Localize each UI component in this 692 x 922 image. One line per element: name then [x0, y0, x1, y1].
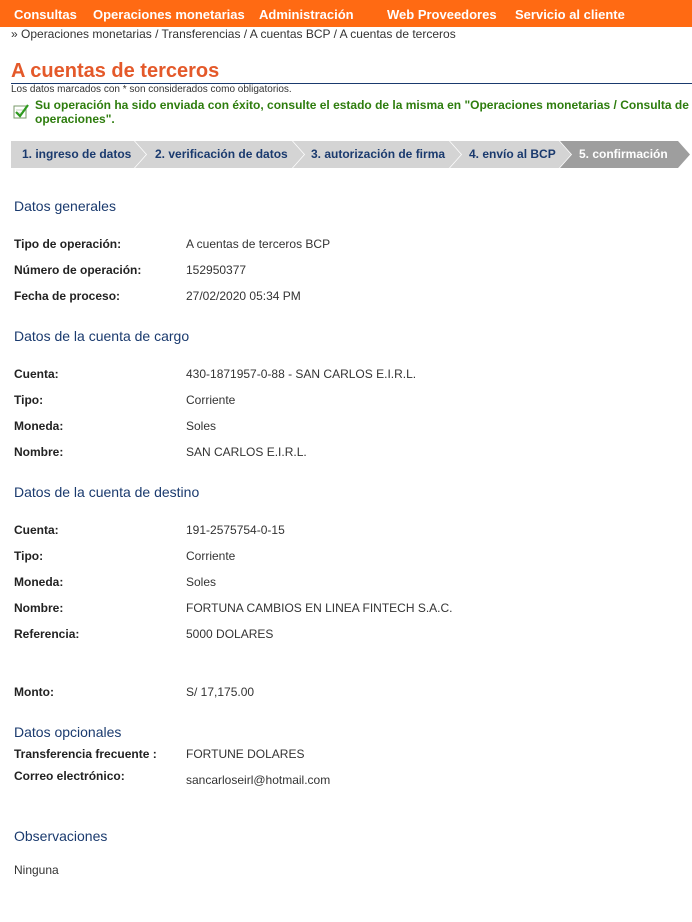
- section-cuenta-destino: Datos de la cuenta de destino: [14, 484, 200, 500]
- nav-administracion[interactable]: Administración: [259, 7, 354, 22]
- transferencia-frecuente-value: FORTUNE DOLARES: [186, 747, 305, 761]
- destino-referencia-value: 5000 DOLARES: [186, 627, 274, 641]
- success-message: Su operación ha sido enviada con éxito, …: [35, 98, 692, 126]
- destino-cuenta-value: 191-2575754-0-15: [186, 523, 285, 537]
- nav-operaciones-monetarias[interactable]: Operaciones monetarias: [93, 7, 245, 22]
- progress-steps: 1. ingreso de datos 2. verificación de d…: [11, 141, 692, 168]
- destino-moneda-label: Moneda:: [14, 575, 64, 589]
- destino-tipo-label: Tipo:: [14, 549, 44, 563]
- success-message-line2: operaciones".: [35, 112, 115, 126]
- fecha-proceso-label: Fecha de proceso:: [14, 289, 121, 303]
- cargo-cuenta-label: Cuenta:: [14, 367, 59, 381]
- transferencia-frecuente-label: Transferencia frecuente :: [14, 747, 157, 761]
- destino-cuenta-label: Cuenta:: [14, 523, 59, 537]
- correo-electronico-label: Correo electrónico:: [14, 769, 125, 783]
- nav-consultas[interactable]: Consultas: [14, 7, 77, 22]
- cargo-cuenta-value: 430-1871957-0-88 - SAN CARLOS E.I.R.L.: [186, 367, 417, 381]
- step-label: 3. autorización de firma: [311, 147, 446, 161]
- page-title: A cuentas de terceros: [11, 60, 220, 82]
- cargo-moneda-value: Soles: [186, 419, 217, 433]
- destino-moneda-value: Soles: [186, 575, 217, 589]
- tipo-operacion-label: Tipo de operación:: [14, 237, 122, 251]
- nav-servicio-al-cliente[interactable]: Servicio al cliente: [515, 7, 625, 22]
- tipo-operacion-value: A cuentas de terceros BCP: [186, 237, 331, 251]
- destino-nombre-label: Nombre:: [14, 601, 64, 615]
- destino-referencia-label: Referencia:: [14, 627, 80, 641]
- cargo-tipo-value: Corriente: [186, 393, 236, 407]
- section-datos-opcionales: Datos opcionales: [14, 724, 122, 740]
- nav-web-proveedores[interactable]: Web Proveedores: [387, 7, 497, 22]
- fecha-proceso-value: 27/02/2020 05:34 PM: [186, 289, 301, 303]
- success-check-icon: [13, 104, 29, 119]
- step-label: 1. ingreso de datos: [22, 147, 132, 161]
- step-label: 4. envío al BCP: [469, 147, 556, 161]
- section-observaciones: Observaciones: [14, 828, 108, 844]
- monto-value: S/ 17,175.00: [186, 685, 255, 699]
- success-message-line1: Su operación ha sido enviada con éxito, …: [35, 98, 689, 112]
- destino-nombre-value: FORTUNA CAMBIOS EN LINEA FINTECH S.A.C.: [186, 601, 453, 615]
- monto-label: Monto:: [14, 685, 54, 699]
- cargo-nombre-label: Nombre:: [14, 445, 64, 459]
- top-navigation: Consultas Operaciones monetarias Adminis…: [0, 0, 692, 27]
- numero-operacion-value: 152950377: [186, 263, 247, 277]
- step-label: 2. verificación de datos: [155, 147, 288, 161]
- cargo-moneda-label: Moneda:: [14, 419, 64, 433]
- numero-operacion-label: Número de operación:: [14, 263, 142, 277]
- breadcrumb: » Operaciones monetarias / Transferencia…: [11, 27, 456, 41]
- observaciones-value: Ninguna: [14, 863, 59, 877]
- correo-electronico-value: sancarloseirl@hotmail.com: [186, 773, 331, 787]
- section-datos-generales: Datos generales: [14, 198, 116, 214]
- section-cuenta-cargo: Datos de la cuenta de cargo: [14, 328, 190, 344]
- step-label: 5. confirmación: [579, 147, 668, 161]
- destino-tipo-value: Corriente: [186, 549, 236, 563]
- required-fields-note: Los datos marcados con * son considerado…: [11, 84, 292, 95]
- cargo-tipo-label: Tipo:: [14, 393, 44, 407]
- cargo-nombre-value: SAN CARLOS E.I.R.L.: [186, 445, 307, 459]
